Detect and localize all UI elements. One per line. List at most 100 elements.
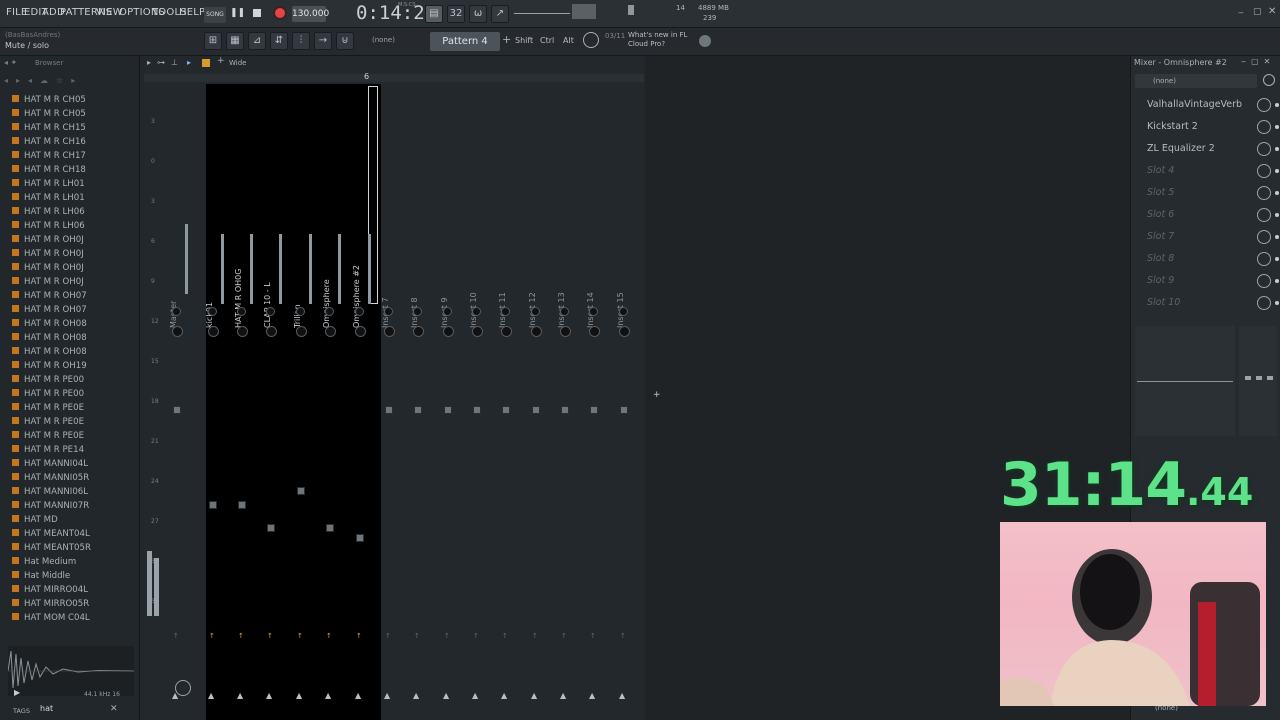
effect-slot[interactable]: Slot 9 xyxy=(1137,271,1279,291)
volume-fader[interactable] xyxy=(590,406,598,414)
mixer-strip[interactable]: kick01 ↑ ▲ xyxy=(203,84,230,700)
stereo-knob[interactable] xyxy=(266,326,277,337)
mix-knob-icon[interactable] xyxy=(1257,274,1271,288)
mix-knob-icon[interactable] xyxy=(1257,98,1271,112)
effect-slot[interactable]: Slot 10 xyxy=(1137,293,1279,313)
browser-file-item[interactable]: HAT M R CH05 xyxy=(12,95,86,105)
stereo-knob[interactable] xyxy=(237,326,248,337)
browser-file-item[interactable]: HAT M R LH06 xyxy=(12,221,85,231)
effect-slot[interactable]: Slot 4 xyxy=(1137,161,1279,181)
news-text[interactable]: What's new in FL Cloud Pro? xyxy=(628,31,694,49)
send-arrow-icon[interactable]: ▲ xyxy=(296,691,302,700)
browser-file-item[interactable]: HAT M R OH0J xyxy=(12,277,84,287)
route-arrow-icon[interactable]: ↑ xyxy=(473,632,479,640)
volume-fader[interactable] xyxy=(209,501,217,509)
shift-key[interactable]: Shift xyxy=(515,36,533,45)
browser-file-item[interactable]: HAT M R OH08 xyxy=(12,347,87,357)
send-arrow-icon[interactable]: ▲ xyxy=(560,691,566,700)
mixer-add-icon[interactable]: + xyxy=(217,56,225,66)
stereo-knob[interactable] xyxy=(443,326,454,337)
mixer-strip[interactable]: Insert 8 ↑ ▲ xyxy=(408,84,435,700)
mixer-window-icon[interactable]: ⇵ xyxy=(270,32,288,50)
pan-knob[interactable] xyxy=(619,307,628,316)
pan-knob[interactable] xyxy=(325,307,334,316)
stereo-knob[interactable] xyxy=(172,326,183,337)
master-volume-slider[interactable] xyxy=(514,13,570,14)
pause-icon[interactable]: ❚❚ xyxy=(230,8,245,18)
pan-knob[interactable] xyxy=(413,307,422,316)
gear-icon[interactable] xyxy=(699,35,711,47)
send-arrow-icon[interactable]: ▲ xyxy=(208,691,214,700)
route-arrow-icon[interactable]: ↑ xyxy=(356,632,362,640)
mix-knob-icon[interactable] xyxy=(1257,208,1271,222)
mixer-view-label[interactable]: Wide xyxy=(229,59,246,67)
send-arrow-icon[interactable]: ▲ xyxy=(237,691,243,700)
mix-knob-icon[interactable] xyxy=(1257,120,1271,134)
mix-knob-icon[interactable] xyxy=(1257,164,1271,178)
browser-file-item[interactable]: HAT MANNI07R xyxy=(12,501,89,511)
stereo-knob[interactable] xyxy=(589,326,600,337)
browser-file-item[interactable]: HAT M R PE0E xyxy=(12,403,84,413)
volume-fader[interactable] xyxy=(502,406,510,414)
pan-knob[interactable] xyxy=(172,307,181,316)
route-arrow-icon[interactable]: ↑ xyxy=(532,632,538,640)
mixer-strip[interactable]: HAT M R OH0G ↑ ▲ xyxy=(232,84,259,700)
effect-slot[interactable]: Slot 5 xyxy=(1137,183,1279,203)
menu-help[interactable]: HELP xyxy=(179,7,205,18)
arrow-icon[interactable]: → xyxy=(314,32,332,50)
mixer-strip[interactable]: Insert 7 ↑ ▲ xyxy=(379,84,406,700)
pan-knob[interactable] xyxy=(355,307,364,316)
news-icon[interactable] xyxy=(583,32,599,48)
mixer-strip[interactable]: Insert 14 ↑ ▲ xyxy=(584,84,611,700)
pan-knob[interactable] xyxy=(472,307,481,316)
tempo-field[interactable]: 130.000 xyxy=(292,6,329,22)
browser-file-item[interactable]: Hat Middle xyxy=(12,571,70,581)
browser-file-item[interactable]: HAT M R OH0J xyxy=(12,263,84,273)
browser-file-item[interactable]: HAT M R CH17 xyxy=(12,151,86,161)
mixer-strip[interactable]: Master↑▲ xyxy=(167,84,194,700)
send-arrow-icon[interactable]: ▲ xyxy=(501,691,507,700)
channel-rack-icon[interactable]: ⊿ xyxy=(248,32,266,50)
browser-file-item[interactable]: HAT M R CH16 xyxy=(12,137,86,147)
piano-roll-icon[interactable]: ▦ xyxy=(226,32,244,50)
browser-file-item[interactable]: HAT M R PE00 xyxy=(12,389,84,399)
route-arrow-icon[interactable]: ↑ xyxy=(326,632,332,640)
slot-enable-icon[interactable] xyxy=(1275,301,1279,305)
volume-fader[interactable] xyxy=(385,406,393,414)
eq-sliders[interactable] xyxy=(1239,326,1277,436)
route-arrow-icon[interactable]: ↑ xyxy=(267,632,273,640)
close-icon[interactable]: ✕ xyxy=(1268,6,1276,17)
eq-graph[interactable] xyxy=(1135,326,1235,436)
pan-knob[interactable] xyxy=(384,307,393,316)
pattern-selector[interactable]: Pattern 4 xyxy=(430,32,500,51)
browser-file-item[interactable]: HAT MANNI05R xyxy=(12,473,89,483)
browser-file-item[interactable]: HAT M R OH08 xyxy=(12,319,87,329)
browser-file-item[interactable]: HAT MD xyxy=(12,515,58,525)
route-arrow-icon[interactable]: ↑ xyxy=(414,632,420,640)
browser-file-item[interactable]: HAT M R LH06 xyxy=(12,207,85,217)
stereo-knob[interactable] xyxy=(413,326,424,337)
slot-enable-icon[interactable] xyxy=(1275,169,1279,173)
mixer-strip[interactable]: Insert 9 ↑ ▲ xyxy=(438,84,465,700)
minimize-icon[interactable]: ‒ xyxy=(1238,8,1244,18)
effect-slot[interactable]: Kickstart 2 xyxy=(1137,117,1279,137)
route-arrow-icon[interactable]: ↑ xyxy=(238,632,244,640)
stereo-knob[interactable] xyxy=(355,326,366,337)
playlist-icon[interactable]: ⊞ xyxy=(204,32,222,50)
route-arrow-icon[interactable]: ↑ xyxy=(620,632,626,640)
volume-fader[interactable] xyxy=(297,487,305,495)
mix-knob-icon[interactable] xyxy=(1257,296,1271,310)
browser-file-item[interactable]: HAT MEANT04L xyxy=(12,529,90,539)
mixer-icon[interactable]: ⫶ xyxy=(292,32,310,50)
alt-key[interactable]: Alt xyxy=(563,36,574,45)
browser-file-item[interactable]: Hat Medium xyxy=(12,557,76,567)
slot-enable-icon[interactable] xyxy=(1275,279,1279,283)
wait-icon[interactable]: ↗ xyxy=(491,5,509,23)
microphone-icon[interactable]: ⊍ xyxy=(336,32,354,50)
mixer-orange-icon[interactable] xyxy=(202,59,210,67)
send-arrow-icon[interactable]: ▲ xyxy=(531,691,537,700)
browser-file-item[interactable]: HAT M R OH0J xyxy=(12,235,84,245)
send-arrow-icon[interactable]: ▲ xyxy=(384,691,390,700)
volume-fader[interactable] xyxy=(173,406,181,414)
record-icon[interactable] xyxy=(275,8,285,18)
